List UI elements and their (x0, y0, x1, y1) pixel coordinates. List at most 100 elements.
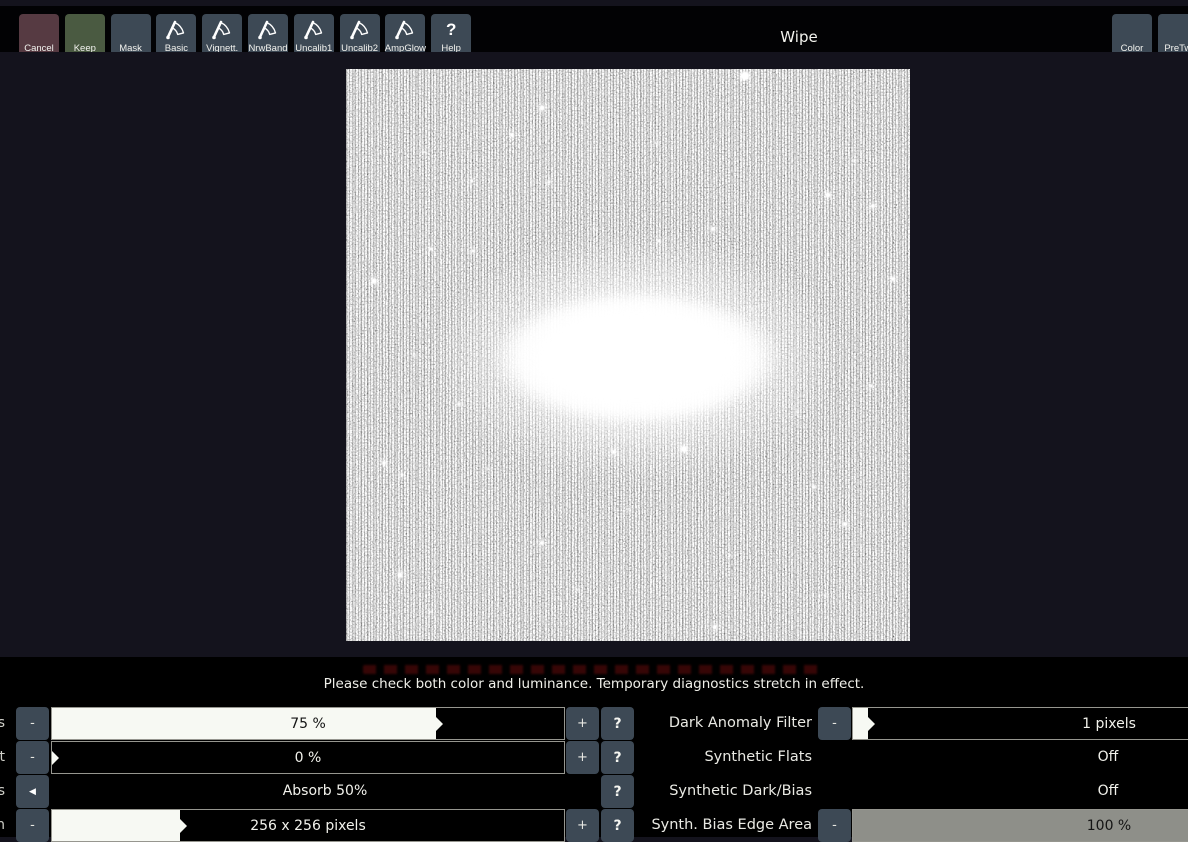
help-button[interactable]: ? Help (431, 14, 472, 57)
slider-row-left-2: t - 0 % + ? Synthetic Flats Off (0, 741, 1188, 774)
star (381, 460, 386, 465)
star (843, 521, 848, 526)
selector-value-bar[interactable]: Off (852, 775, 1188, 808)
control-panel: Please check both color and luminance. T… (0, 657, 1188, 842)
mask-button[interactable]: Mask (110, 14, 151, 57)
slider-row-left-1: s - 75 % + ? Dark Anomaly Filter - 1 pix… (0, 707, 1188, 740)
toolbar: Cancel Keep Mask Basic Vignett. NrwBand … (0, 6, 1188, 57)
previous-option-button[interactable]: ◀ (16, 775, 49, 808)
star (657, 239, 661, 243)
plus-icon: + (577, 750, 588, 765)
star (470, 179, 474, 183)
slider-track-disabled[interactable]: 100 % (852, 809, 1188, 842)
selector-value: Off (1097, 783, 1119, 799)
wiper-icon (202, 18, 242, 42)
star (422, 150, 425, 153)
faint-red-text-artifact (363, 665, 825, 674)
selector-row-left-3: s ◀ Absorb 50% ? Synthetic Dark/Bias Off (0, 775, 1188, 808)
star (371, 278, 377, 284)
basic-preset-button[interactable]: Basic (156, 14, 197, 57)
narrowband-preset-button[interactable]: NrwBand (247, 14, 288, 57)
decrement-button[interactable]: - (818, 809, 851, 842)
diagnostics-message: Please check both color and luminance. T… (323, 676, 865, 692)
star-layer (346, 69, 910, 641)
star (540, 540, 545, 545)
cropped-label-fragment: s (0, 715, 5, 731)
star (576, 588, 579, 591)
parameter-label: Synthetic Dark/Bias (669, 783, 812, 799)
star (400, 473, 404, 477)
decrement-button[interactable]: - (818, 707, 851, 740)
startools-wipe-window: { "toolbar": { "title": "Wipe", "left_bu… (0, 0, 1188, 842)
star (713, 624, 718, 629)
slider-track[interactable]: 256 x 256 pixels (51, 809, 565, 842)
selector-value-bar[interactable]: Off (852, 741, 1188, 774)
star (871, 204, 876, 209)
star (397, 572, 403, 578)
star (740, 71, 749, 80)
module-title: Wipe (780, 28, 818, 46)
star (593, 228, 596, 231)
decrement-button[interactable]: - (16, 741, 49, 774)
left-arrow-icon: ◀ (29, 786, 36, 797)
minus-icon: - (832, 818, 837, 833)
slider-fill (853, 810, 1188, 841)
minus-icon: - (832, 716, 837, 731)
uncalibrated1-preset-button[interactable]: Uncalib1 (293, 14, 334, 57)
star (539, 105, 545, 111)
star (869, 384, 873, 388)
image-viewport (0, 52, 1188, 657)
keep-button[interactable]: Keep (64, 14, 105, 57)
color-button[interactable]: Color (1112, 14, 1152, 57)
star (486, 468, 488, 471)
increment-button[interactable]: + (566, 707, 599, 740)
star (751, 308, 754, 311)
wiper-icon (156, 18, 196, 42)
slider-track[interactable]: 1 pixels (852, 707, 1188, 740)
star (471, 249, 475, 253)
decrement-button[interactable]: - (16, 809, 49, 842)
slider-row-left-4: n - 256 x 256 pixels + ? Synth. Bias Edg… (0, 809, 1188, 842)
slider-fill (52, 810, 180, 841)
plus-icon: + (577, 818, 588, 833)
vignetting-preset-button[interactable]: Vignett. (202, 14, 243, 57)
minus-icon: - (30, 750, 35, 765)
slider-fill (853, 708, 869, 739)
preview-image[interactable] (346, 69, 910, 641)
wiper-icon (385, 18, 425, 42)
star (710, 227, 715, 232)
cancel-button[interactable]: Cancel (19, 14, 59, 57)
slider-track[interactable]: 0 % (51, 741, 565, 774)
slider-value: 1 pixels (1082, 716, 1136, 732)
star (429, 611, 432, 614)
star (852, 159, 855, 162)
plus-icon: + (577, 716, 588, 731)
star (611, 450, 616, 455)
pretweak-button[interactable]: PreTw (1157, 14, 1188, 57)
star (510, 132, 515, 137)
decrement-button[interactable]: - (16, 707, 49, 740)
parameter-label: Synthetic Flats (704, 749, 812, 765)
star (812, 485, 816, 489)
cropped-label-fragment: t (0, 749, 5, 765)
increment-button[interactable]: + (566, 809, 599, 842)
uncalibrated2-preset-button[interactable]: Uncalib2 (339, 14, 380, 57)
parameter-label: Synth. Bias Edge Area (651, 817, 812, 833)
cropped-label-fragment: s (0, 783, 5, 799)
minus-icon: - (30, 818, 35, 833)
slider-track[interactable]: 75 % (51, 707, 565, 740)
wiper-icon (248, 18, 288, 42)
minus-icon: - (30, 716, 35, 731)
selector-value-bar[interactable]: Absorb 50% (51, 775, 599, 808)
cropped-label-fragment: n (0, 817, 5, 833)
selector-value: Off (1097, 749, 1119, 765)
question-mark-icon: ? (445, 20, 457, 39)
wiper-icon (294, 18, 334, 42)
star (728, 554, 731, 557)
slider-value: 0 % (294, 750, 322, 766)
increment-button[interactable]: + (566, 741, 599, 774)
star (457, 402, 461, 406)
star (824, 594, 827, 597)
ampglow-preset-button[interactable]: AmpGlow (385, 14, 426, 57)
star (891, 276, 896, 281)
